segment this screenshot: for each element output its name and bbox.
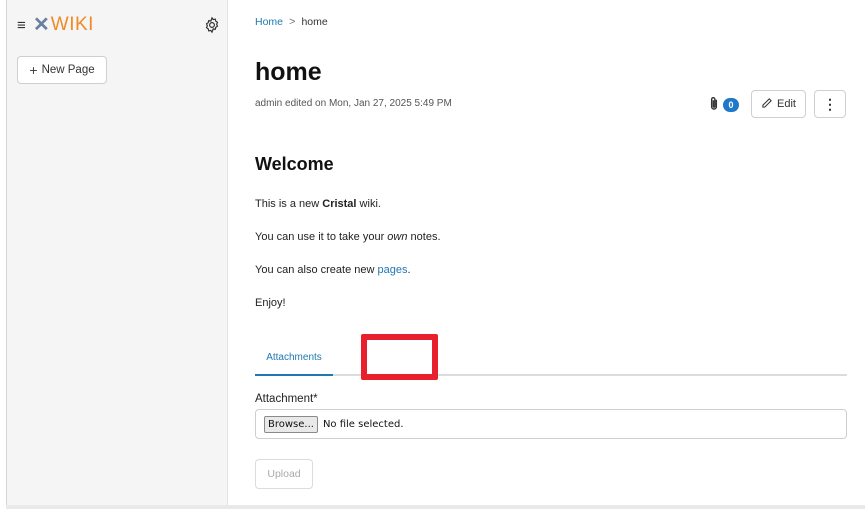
italic-text: own: [387, 231, 408, 243]
sidebar: ≡ ✕ WIKI + New Page: [7, 0, 228, 505]
tab-attachments[interactable]: Attachments: [255, 340, 333, 376]
paperclip-icon: [709, 96, 719, 114]
attachments-counter-button[interactable]: 0: [703, 91, 745, 119]
attachment-count-badge: 0: [723, 98, 739, 112]
new-page-label: New Page: [41, 64, 95, 76]
app-window: ≡ ✕ WIKI + New Page Home > home home adm…: [0, 0, 865, 509]
attachment-field-label: Attachment*: [255, 393, 318, 405]
new-page-button[interactable]: + New Page: [17, 56, 107, 84]
window-border-bottom: [6, 505, 865, 509]
breadcrumb: Home > home: [255, 16, 328, 28]
red-highlight-box: [361, 334, 438, 380]
text-segment: wiki.: [356, 198, 381, 210]
no-file-text: No file selected.: [322, 418, 404, 430]
chevron-right-icon: >: [289, 16, 296, 28]
logo-text: WIKI: [50, 14, 94, 35]
main-content: Home > home home admin edited on Mon, Ja…: [229, 0, 865, 505]
edit-button[interactable]: Edit: [751, 90, 806, 118]
content-heading: Welcome: [255, 154, 334, 174]
paragraph-intro: This is a new Cristal wiki.: [255, 198, 381, 210]
paragraph-enjoy: Enjoy!: [255, 297, 286, 309]
plus-icon: +: [29, 62, 38, 78]
hamburger-icon[interactable]: ≡: [17, 18, 26, 34]
text-segment: You can use it to take your: [255, 231, 388, 243]
required-mark: *: [313, 393, 318, 405]
breadcrumb-home-link[interactable]: Home: [255, 16, 283, 28]
bold-text: Cristal: [322, 198, 357, 210]
attachment-file-input[interactable]: Browse... No file selected.: [255, 409, 847, 439]
text-segment: This is a new: [255, 198, 323, 210]
page-title: home: [255, 58, 322, 86]
upload-button[interactable]: Upload: [255, 459, 313, 489]
text-segment: .: [407, 264, 411, 276]
xwiki-logo[interactable]: ✕ WIKI: [33, 14, 94, 36]
breadcrumb-current: home: [301, 16, 328, 28]
page-edit-meta: admin edited on Mon, Jan 27, 2025 5:49 P…: [255, 98, 452, 109]
more-actions-button[interactable]: ⋮: [814, 90, 846, 118]
browse-button[interactable]: Browse...: [264, 415, 318, 433]
text-segment: You can also create new: [255, 264, 378, 276]
tab-bar: Attachments: [255, 334, 847, 380]
text-segment: notes.: [407, 231, 441, 243]
label-text: Attachment: [255, 393, 314, 405]
logo-mark: ✕: [33, 14, 50, 36]
edit-label: Edit: [777, 98, 796, 110]
paragraph-notes: You can use it to take your own notes.: [255, 231, 441, 243]
pages-link[interactable]: pages: [378, 264, 408, 276]
paragraph-pages: You can also create new pages.: [255, 264, 411, 276]
pencil-icon: [761, 97, 773, 112]
gear-icon[interactable]: [203, 16, 221, 34]
